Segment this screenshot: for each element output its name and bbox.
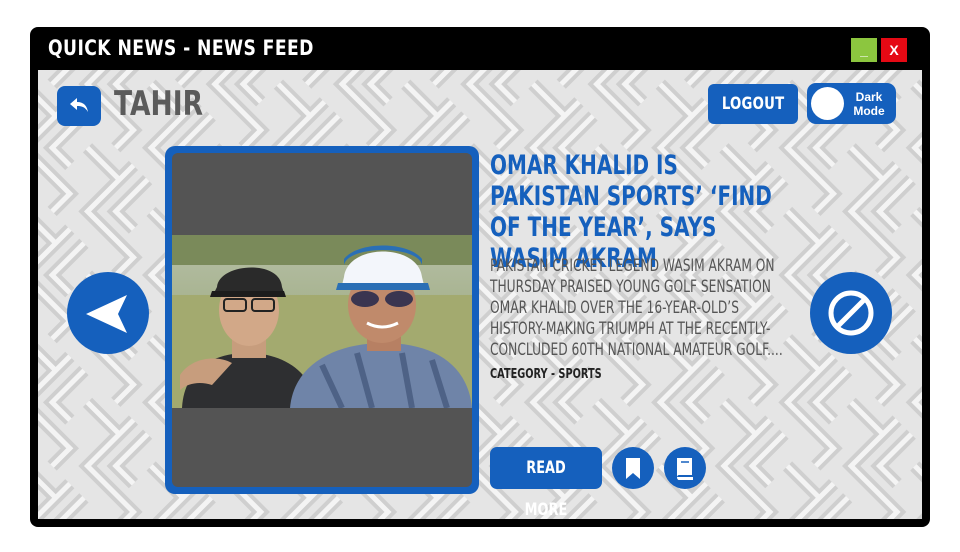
logout-button[interactable]: LOGOUT: [708, 84, 798, 124]
block-icon: [828, 290, 874, 336]
minimize-button[interactable]: _: [851, 38, 877, 62]
article-image-frame: [172, 153, 472, 487]
undo-arrow-icon: [70, 98, 88, 112]
left-arrow-icon: [86, 295, 127, 333]
read-more-button[interactable]: READ MORE: [490, 447, 602, 519]
dark-mode-label: Dark Mode: [847, 90, 891, 118]
window-title: Quick News - News Feed: [48, 36, 314, 60]
close-button[interactable]: X: [881, 38, 907, 62]
book-button[interactable]: [664, 447, 706, 489]
app-window: Quick News - News Feed _ X TAHIR LOGOUT: [30, 27, 930, 527]
username: TAHIR: [114, 84, 204, 124]
dark-mode-toggle[interactable]: Dark Mode: [807, 83, 896, 124]
back-button[interactable]: [57, 86, 101, 126]
title-bar: Quick News - News Feed _ X: [30, 27, 930, 70]
news-feed-panel: TAHIR LOGOUT Dark Mode OMAR KHALID IS PA…: [38, 70, 922, 519]
previous-article-button[interactable]: [67, 272, 149, 354]
bookmark-button[interactable]: [612, 447, 654, 489]
block-article-button[interactable]: [810, 272, 892, 354]
bookmark-icon: [626, 458, 640, 479]
book-icon: [677, 458, 693, 480]
toggle-knob: [811, 87, 844, 120]
read-more-label: READ MORE: [524, 458, 568, 519]
logout-label: LOGOUT: [721, 94, 785, 114]
dark-mode-label-line1: Dark: [855, 90, 883, 104]
article-summary: Pakistan cricket legend Wasim Akram on T…: [490, 256, 783, 360]
article-category: Category - Sports: [490, 367, 602, 382]
dark-mode-label-line2: Mode: [853, 104, 885, 118]
article-image-card: [165, 146, 479, 494]
article-photo: [172, 235, 472, 408]
